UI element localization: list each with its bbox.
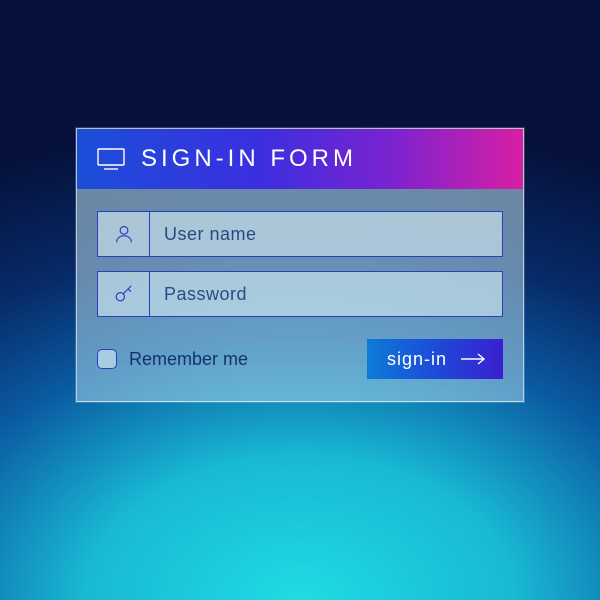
arrow-right-icon [461, 353, 487, 365]
signin-button[interactable]: sign-in [367, 339, 503, 379]
signin-card: SIGN-IN FORM [76, 128, 524, 402]
card-title: SIGN-IN FORM [141, 145, 357, 173]
remember-me-checkbox[interactable]: Remember me [97, 349, 248, 370]
card-header: SIGN-IN FORM [77, 129, 523, 189]
password-input[interactable] [150, 272, 502, 316]
username-input[interactable] [150, 212, 502, 256]
remember-me-label: Remember me [129, 349, 248, 370]
user-icon [98, 212, 150, 256]
card-footer: Remember me sign-in [77, 331, 523, 379]
signin-button-label: sign-in [387, 349, 447, 370]
username-field [97, 211, 503, 257]
monitor-icon [97, 148, 125, 170]
checkbox-box [97, 349, 117, 369]
card-body [77, 189, 523, 317]
key-icon [98, 272, 150, 316]
password-field [97, 271, 503, 317]
